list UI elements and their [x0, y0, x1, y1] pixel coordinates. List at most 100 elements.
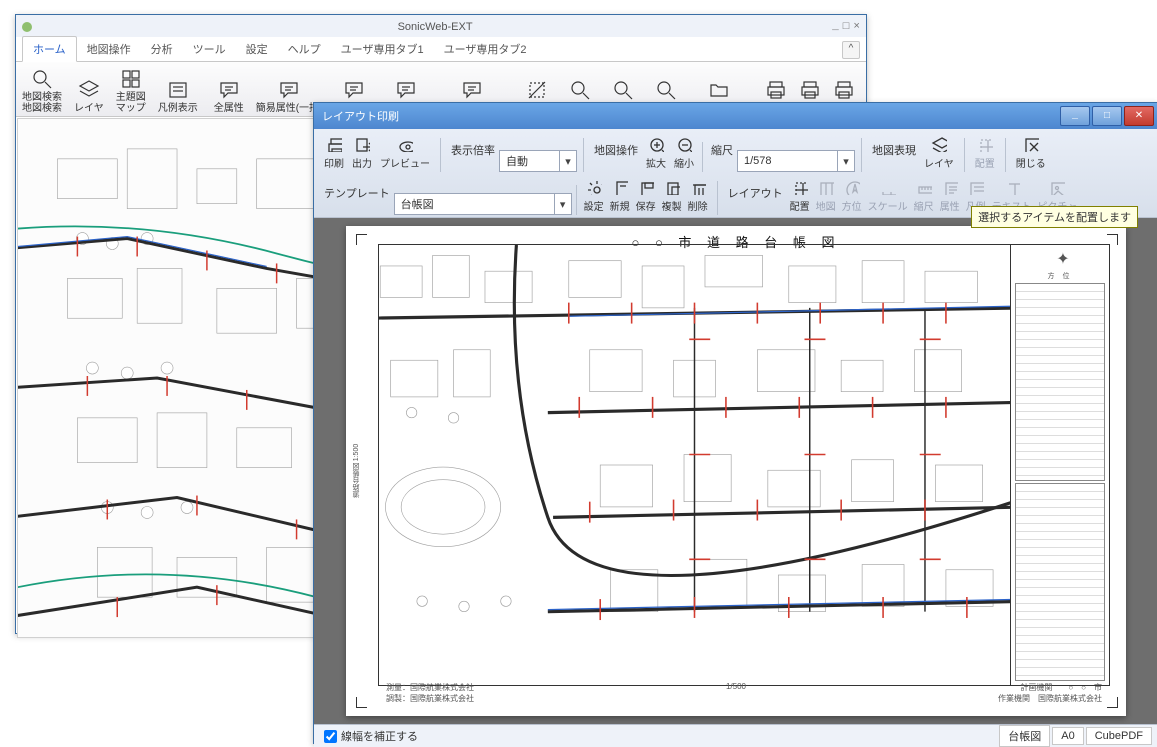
printer-icon: [326, 135, 342, 153]
print-minimize-button[interactable]: _: [1060, 106, 1090, 126]
tool-copy-button[interactable]: 複製: [659, 176, 685, 215]
printer-icon: [799, 79, 821, 101]
ribbon-bubble-全属性[interactable]: 全属性: [208, 62, 250, 116]
chevron-down-icon: ▾: [837, 151, 854, 171]
bubble-icon: [395, 79, 417, 101]
linewidth-correct-checkbox[interactable]: [324, 730, 337, 743]
sheet-side-panel: ✦ 方 位: [1010, 245, 1109, 685]
folder-icon: [708, 79, 730, 101]
compass-icon: ✦: [1015, 249, 1105, 269]
tool-out-button[interactable]: 出力: [348, 133, 376, 172]
sheet-footer-right-a: 計画機関 ○ ○ 市: [1020, 683, 1102, 692]
ribbon-grid-主題図[interactable]: 主題図マップ: [110, 62, 152, 116]
bubble-icon: [343, 79, 365, 101]
close-button[interactable]: ×: [853, 21, 860, 33]
tool-zoomout-button[interactable]: 縮小: [670, 133, 698, 172]
tool-scale-button: スケール: [865, 176, 911, 215]
bubble-icon: [461, 79, 483, 101]
zoom-dropdown[interactable]: 自動▾: [499, 150, 577, 172]
tool-layers-button[interactable]: レイヤ: [920, 133, 958, 172]
printer-icon: [833, 79, 855, 101]
tab-7[interactable]: ユーザ専用タブ2: [434, 37, 537, 61]
print-preview-area[interactable]: ○ ○ 市 道 路 台 帳 図 道路台帳図 1:500: [314, 218, 1157, 724]
attr-icon: [942, 178, 958, 196]
zoomin-icon: [648, 135, 664, 153]
status-paper-size[interactable]: A0: [1052, 727, 1083, 745]
status-printer[interactable]: CubePDF: [1086, 727, 1152, 745]
print-sheet: ○ ○ 市 道 路 台 帳 図 道路台帳図 1:500: [346, 226, 1126, 716]
gear-icon: [586, 178, 602, 196]
print-titlebar[interactable]: レイアウト印刷 _ □ ✕: [314, 103, 1157, 129]
tab-4[interactable]: 設定: [236, 37, 278, 61]
legend-icon: [968, 178, 984, 196]
ribbon-search-地図検索[interactable]: 地図検索地図検索: [16, 62, 68, 116]
search-icon: [655, 79, 677, 101]
layers-icon: [931, 135, 947, 153]
layout-label: レイアウト: [724, 185, 787, 207]
maximize-button[interactable]: □: [843, 21, 850, 33]
tool-delete-button[interactable]: 削除: [685, 176, 711, 215]
app-icon: [22, 22, 32, 32]
tool-eye-button[interactable]: プレビュー: [376, 133, 434, 172]
chevron-down-icon: ▾: [559, 151, 576, 171]
tool-printer-button[interactable]: 印刷: [320, 133, 348, 172]
tab-1[interactable]: 地図操作: [77, 37, 141, 61]
tabs-help-button[interactable]: ^: [842, 41, 860, 59]
eye-icon: [397, 135, 413, 153]
app-title: SonicWeb-EXT: [38, 21, 832, 33]
status-template[interactable]: 台帳図: [999, 725, 1050, 747]
ribbon-layers-レイヤ[interactable]: レイヤ: [68, 62, 110, 116]
search-icon: [612, 79, 634, 101]
minimize-button[interactable]: _: [832, 21, 839, 33]
sheet-left-label: 道路台帳図 1:500: [352, 444, 362, 498]
sheet-map: [379, 245, 1010, 685]
template-dropdown[interactable]: 台帳図▾: [394, 193, 572, 215]
legend-icon: [167, 79, 189, 101]
ruler-icon: [916, 178, 932, 196]
tool-close-button[interactable]: 閉じる: [1012, 133, 1050, 172]
tab-3[interactable]: ツール: [183, 37, 236, 61]
print-maximize-button[interactable]: □: [1092, 106, 1122, 126]
page-icon: [612, 178, 628, 196]
place-icon: [792, 178, 808, 196]
map-ops-label: 地図操作: [590, 142, 642, 164]
sheet-legend-table: [1015, 283, 1105, 481]
tab-2[interactable]: 分析: [141, 37, 183, 61]
tab-0[interactable]: ホーム: [22, 36, 77, 62]
tool-map-button: 地図: [813, 176, 839, 215]
delete-icon: [690, 178, 706, 196]
tool-attr-button: 属性: [937, 176, 963, 215]
tooltip: 選択するアイテムを配置します: [971, 206, 1138, 228]
text-icon: [1004, 178, 1020, 196]
deselect-icon: [526, 79, 548, 101]
zoomout-icon: [676, 135, 692, 153]
tool-place-button: 配置: [971, 133, 999, 172]
template-label: テンプレート: [320, 185, 394, 207]
ribbon-legend-凡例表示[interactable]: 凡例表示: [152, 62, 204, 116]
scale-dropdown[interactable]: 1/578▾: [737, 150, 855, 172]
zoom-label: 表示倍率: [447, 142, 499, 164]
sheet-footer: 測量：国際航業株式会社 調製：国際航業株式会社 1/500 計画機関 ○ ○ 市…: [386, 682, 1102, 704]
ribbon-tabs: ホーム地図操作分析ツール設定ヘルプユーザ専用タブ1ユーザ専用タブ2 ^: [16, 37, 866, 62]
tool-save-button[interactable]: 保存: [633, 176, 659, 215]
tab-6[interactable]: ユーザ専用タブ1: [331, 37, 434, 61]
search-icon: [569, 79, 591, 101]
map-icon: [818, 178, 834, 196]
bubble-icon: [218, 79, 240, 101]
map-expr-label: 地図表現: [868, 142, 920, 164]
layers-icon: [78, 79, 100, 101]
picture-icon: [1049, 178, 1065, 196]
tool-zoomin-button[interactable]: 拡大: [642, 133, 670, 172]
tool-page-button[interactable]: 新規: [607, 176, 633, 215]
out-icon: [354, 135, 370, 153]
print-toolbar: 印刷出力プレビュー表示倍率自動▾地図操作拡大縮小縮尺1/578▾地図表現レイヤ配…: [314, 129, 1157, 218]
tool-place-button[interactable]: 配置: [787, 176, 813, 215]
sheet-footer-right-b: 作業機関 国際航業株式会社: [998, 694, 1102, 703]
print-window: レイアウト印刷 _ □ ✕ 印刷出力プレビュー表示倍率自動▾地図操作拡大縮小縮尺…: [313, 102, 1157, 744]
tab-5[interactable]: ヘルプ: [278, 37, 331, 61]
print-close-button[interactable]: ✕: [1124, 106, 1154, 126]
main-titlebar[interactable]: SonicWeb-EXT _ □ ×: [16, 15, 866, 37]
sheet-legend-table-2: [1015, 483, 1105, 681]
tool-gear-button[interactable]: 設定: [581, 176, 607, 215]
linewidth-correct-label[interactable]: 線幅を補正する: [341, 728, 418, 744]
